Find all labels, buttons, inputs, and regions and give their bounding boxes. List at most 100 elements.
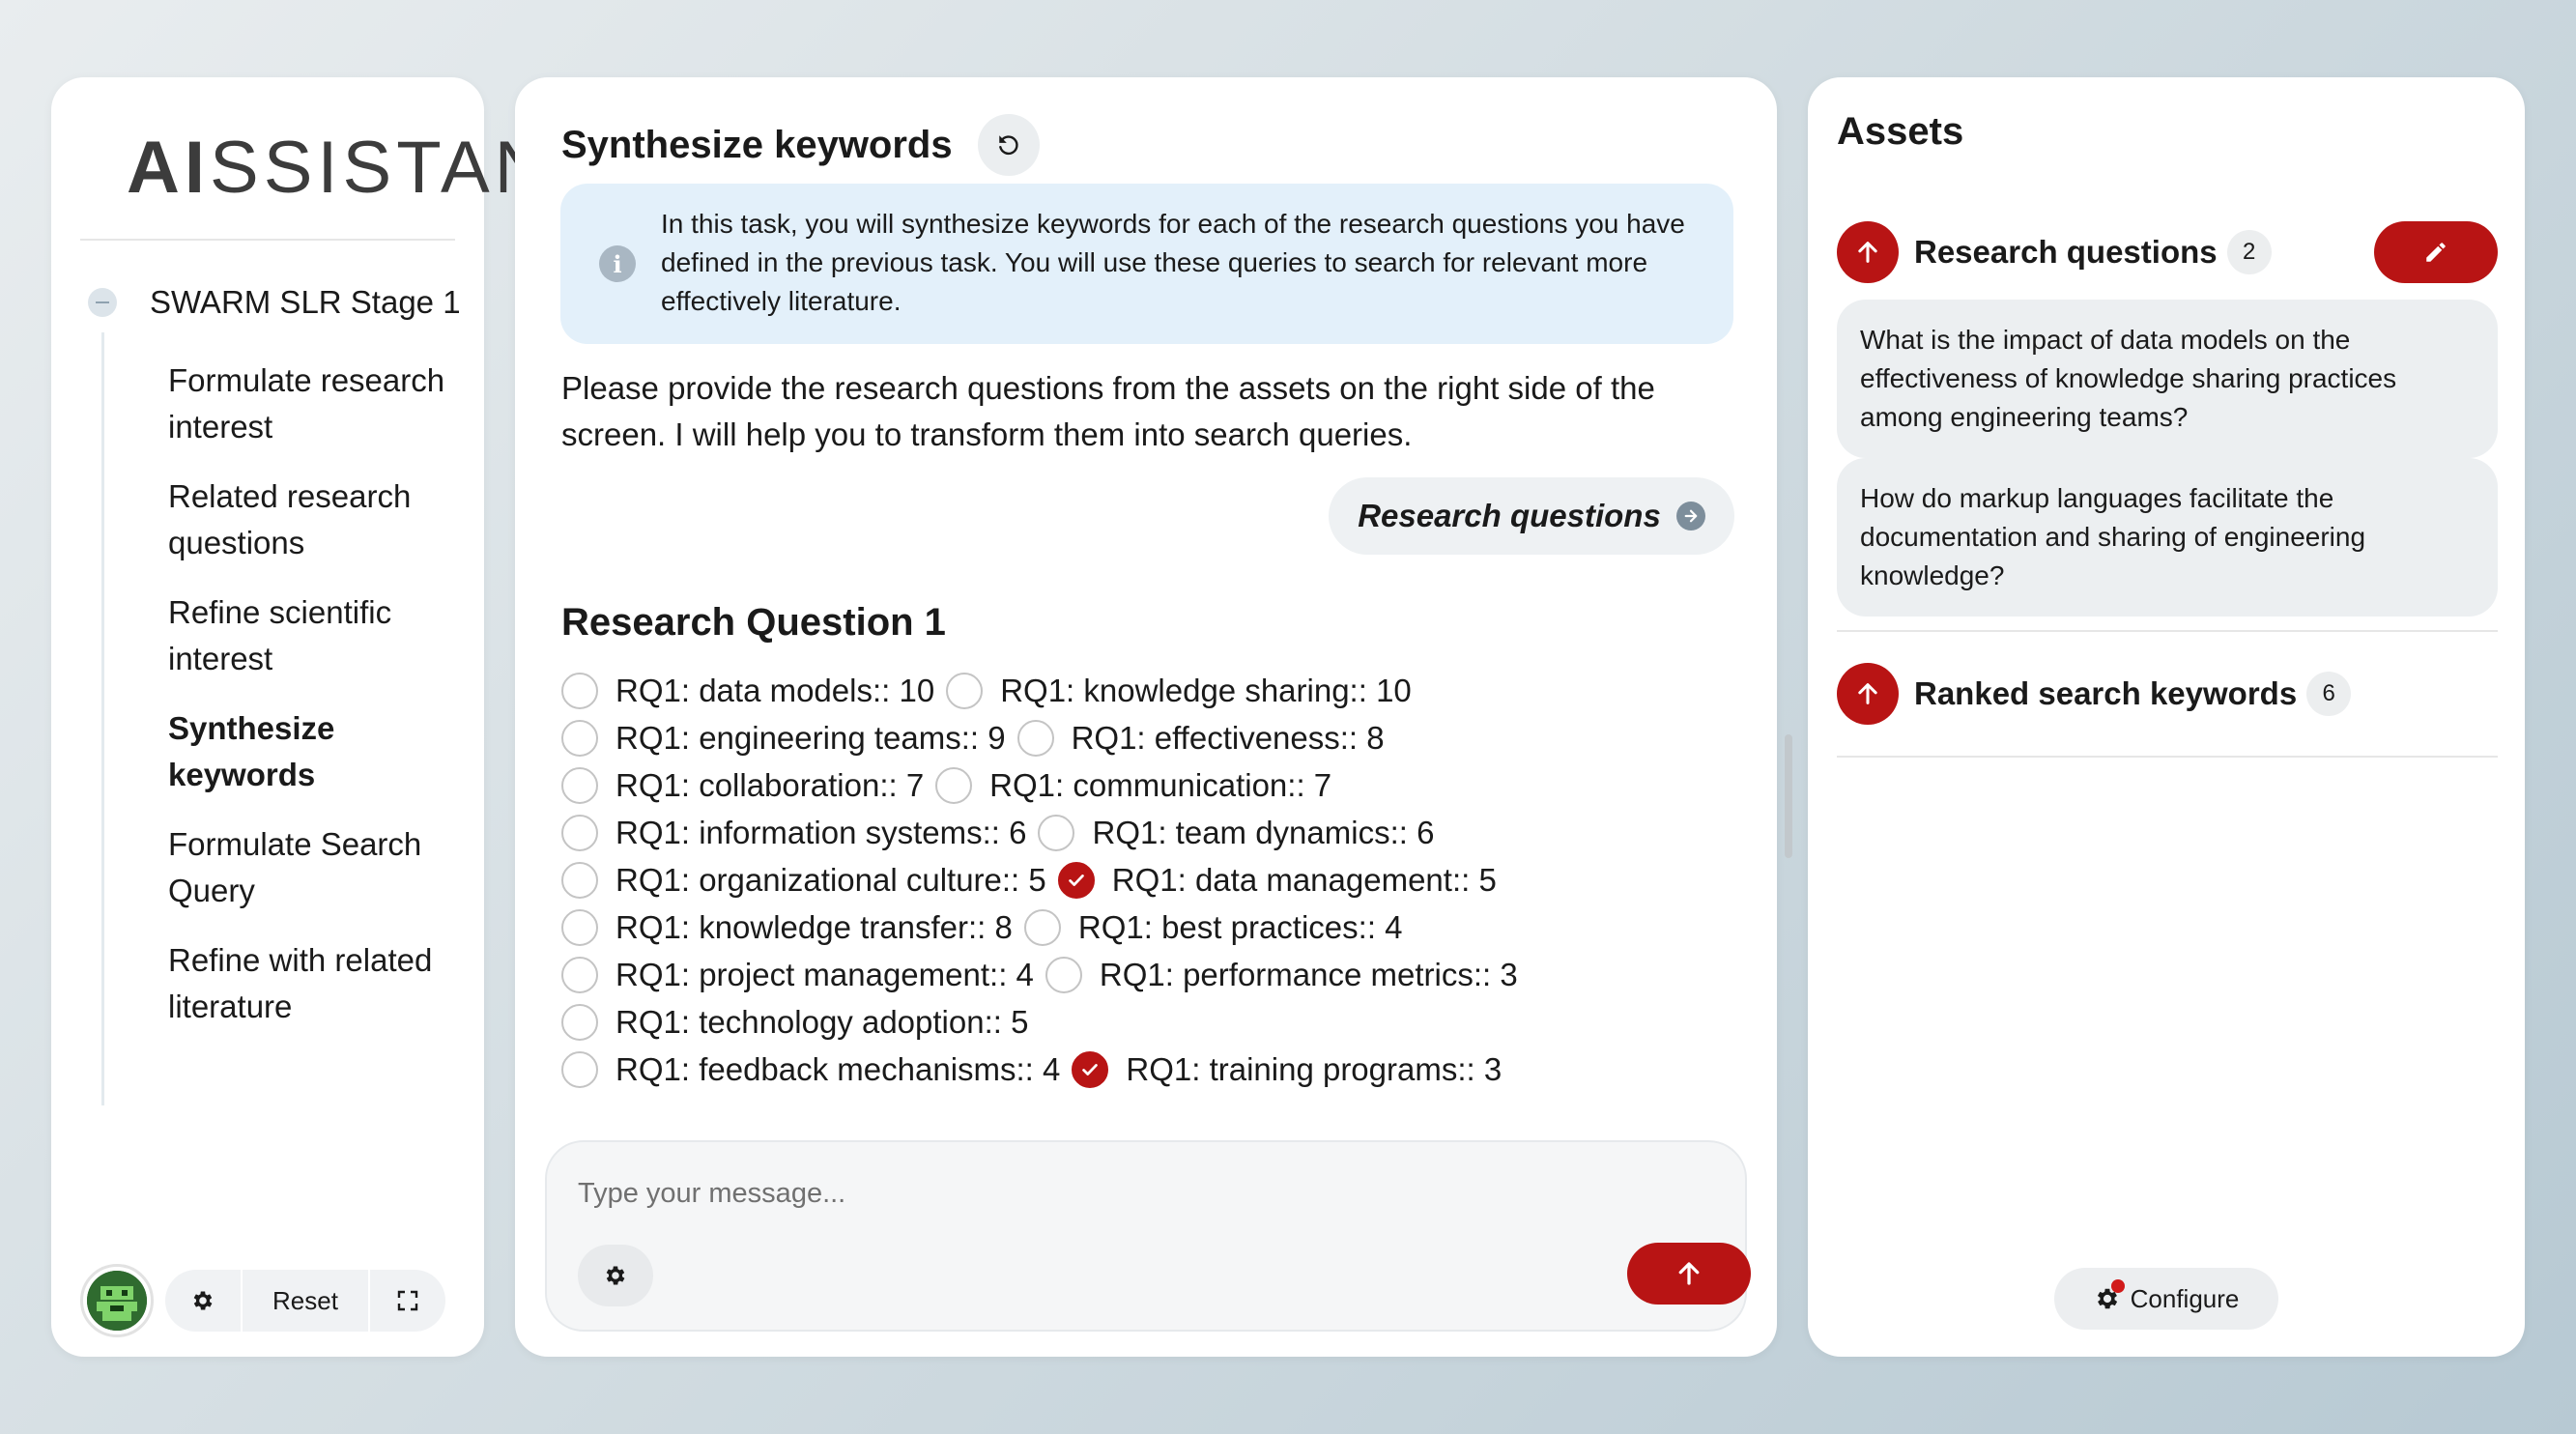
stage-nav: Formulate research interest Related rese…: [168, 358, 477, 1053]
stage-label: SWARM SLR Stage 1: [150, 284, 461, 320]
radio-icon[interactable]: [561, 766, 598, 804]
radio-icon[interactable]: [946, 672, 984, 709]
expand-icon: [397, 1290, 418, 1311]
keyword-option[interactable]: RQ1: engineering teams:: 9: [561, 719, 1017, 757]
page-title: Synthesize keywords: [561, 123, 953, 166]
radio-icon[interactable]: [1038, 814, 1075, 851]
research-question-card[interactable]: How do markup languages facilitate the d…: [1837, 458, 2498, 617]
keyword-option[interactable]: RQ1: data management:: 5: [1057, 861, 1508, 899]
keyword-option[interactable]: RQ1: training programs:: 3: [1072, 1050, 1513, 1088]
keyword-option[interactable]: RQ1: collaboration:: 7: [561, 766, 935, 804]
keyword-row: RQ1: engineering teams:: 9 RQ1: effective…: [561, 714, 1711, 761]
keyword-label: RQ1: knowledge sharing:: 10: [1000, 672, 1412, 708]
ranked-keywords-header[interactable]: Ranked search keywords 6: [1837, 663, 2352, 725]
assets-panel: Assets Research questions 2 What is the …: [1808, 77, 2525, 1357]
keyword-label: RQ1: performance metrics:: 3: [1099, 956, 1518, 992]
stage-header[interactable]: SWARM SLR Stage 1: [88, 284, 461, 321]
keyword-option[interactable]: RQ1: organizational culture:: 5: [561, 861, 1058, 899]
radio-icon[interactable]: [561, 1003, 598, 1041]
configure-button[interactable]: Configure: [2054, 1268, 2278, 1330]
keyword-row: RQ1: technology adoption:: 5: [561, 998, 1711, 1046]
checked-radio-icon[interactable]: [1072, 1050, 1109, 1088]
nav-item-formulate-search-query[interactable]: Formulate Search Query: [168, 821, 477, 914]
keyword-option[interactable]: RQ1: knowledge transfer:: 8: [561, 908, 1024, 946]
keyword-row: RQ1: organizational culture:: 5 RQ1: data…: [561, 856, 1711, 903]
radio-icon[interactable]: [561, 672, 598, 709]
radio-icon[interactable]: [561, 814, 598, 851]
radio-icon[interactable]: [561, 719, 598, 757]
message-input[interactable]: [578, 1169, 1641, 1218]
keyword-label: RQ1: communication:: 7: [989, 766, 1332, 803]
keyword-row: RQ1: information systems:: 6 RQ1: team dy…: [561, 809, 1711, 856]
radio-icon[interactable]: [1016, 719, 1054, 757]
reset-button[interactable]: Reset: [241, 1270, 370, 1332]
message-composer: [545, 1140, 1751, 1332]
keyword-list: RQ1: data models:: 10 RQ1: knowledge shar…: [561, 667, 1711, 1158]
sidebar-footer: Reset: [80, 1264, 445, 1337]
send-button[interactable]: [1627, 1243, 1751, 1305]
research-question-card[interactable]: What is the impact of data models on the…: [1837, 300, 2498, 458]
nav-item-related-research-questions[interactable]: Related research questions: [168, 473, 477, 566]
settings-button[interactable]: [165, 1270, 241, 1332]
keyword-option[interactable]: RQ1: project management:: 4: [561, 956, 1045, 993]
composer-settings-button[interactable]: [578, 1245, 653, 1306]
radio-icon[interactable]: [561, 861, 598, 899]
radio-icon[interactable]: [935, 766, 973, 804]
assets-title: Assets: [1837, 110, 1964, 153]
fullscreen-button[interactable]: [370, 1270, 445, 1332]
keyword-label: RQ1: data management:: 5: [1111, 861, 1497, 898]
research-questions-header[interactable]: Research questions 2: [1837, 221, 2272, 283]
nav-item-formulate-research-interest[interactable]: Formulate research interest: [168, 358, 477, 450]
research-questions-chip-label: Research questions: [1358, 498, 1661, 533]
chat-panel: Synthesize keywords i In this task, you …: [515, 77, 1792, 1357]
gear-icon: [606, 1266, 625, 1285]
keyword-option[interactable]: RQ1: performance metrics:: 3: [1045, 956, 1530, 993]
nav-item-refine-scientific-interest[interactable]: Refine scientific interest: [168, 589, 477, 682]
keyword-label: RQ1: collaboration:: 7: [615, 766, 925, 803]
scrollbar-thumb[interactable]: [1785, 734, 1792, 858]
keyword-label: RQ1: effectiveness:: 8: [1071, 719, 1385, 756]
gear-icon: [2094, 1279, 2125, 1312]
assistant-message: Please provide the research questions fr…: [561, 370, 1655, 452]
section-heading: Research Question 1: [561, 601, 946, 644]
arrow-up-icon[interactable]: [1837, 663, 1899, 725]
collapse-icon[interactable]: [88, 288, 117, 317]
keyword-option[interactable]: RQ1: communication:: 7: [935, 766, 1343, 804]
keyword-row: RQ1: feedback mechanisms:: 4 RQ1: trainin…: [561, 1046, 1711, 1093]
avatar[interactable]: [80, 1264, 154, 1337]
gear-icon: [193, 1291, 213, 1310]
keyword-label: RQ1: information systems:: 6: [615, 814, 1027, 850]
checked-radio-icon[interactable]: [1057, 861, 1095, 899]
radio-icon[interactable]: [561, 908, 598, 946]
refresh-icon: [998, 135, 1018, 156]
arrow-right-icon: [1675, 502, 1705, 531]
count-badge: 2: [2226, 230, 2272, 274]
refresh-button[interactable]: [977, 114, 1040, 176]
section-divider: [1837, 756, 2498, 758]
task-header: Synthesize keywords: [561, 114, 1040, 176]
section-divider: [1837, 630, 2498, 632]
radio-icon[interactable]: [561, 1050, 598, 1088]
nav-item-synthesize-keywords[interactable]: Synthesize keywords: [168, 705, 477, 798]
keyword-option[interactable]: RQ1: effectiveness:: 8: [1016, 719, 1396, 757]
arrow-up-icon[interactable]: [1837, 221, 1899, 283]
keyword-option[interactable]: RQ1: best practices:: 4: [1023, 908, 1415, 946]
radio-icon[interactable]: [561, 956, 598, 993]
pencil-icon: [2426, 243, 2446, 262]
keyword-option[interactable]: RQ1: information systems:: 6: [561, 814, 1038, 851]
keyword-option[interactable]: RQ1: knowledge sharing:: 10: [946, 672, 1423, 709]
sidebar-divider: [80, 239, 455, 241]
radio-icon[interactable]: [1045, 956, 1082, 993]
radio-icon[interactable]: [1023, 908, 1061, 946]
arrow-up-icon: [1678, 1262, 1700, 1285]
keyword-row: RQ1: knowledge transfer:: 8 RQ1: best pra…: [561, 903, 1711, 951]
keyword-option[interactable]: RQ1: team dynamics:: 6: [1038, 814, 1445, 851]
research-questions-chip[interactable]: Research questions: [1329, 477, 1734, 555]
keyword-option[interactable]: RQ1: feedback mechanisms:: 4: [561, 1050, 1072, 1088]
keyword-option[interactable]: RQ1: technology adoption:: 5: [561, 1003, 1040, 1041]
edit-button[interactable]: [2374, 221, 2498, 283]
pixel-robot-avatar-icon: [87, 1271, 147, 1331]
keyword-option[interactable]: RQ1: data models:: 10: [561, 672, 946, 709]
sidebar-action-group: Reset: [165, 1270, 445, 1332]
nav-item-refine-with-related-literature[interactable]: Refine with related literature: [168, 937, 477, 1030]
